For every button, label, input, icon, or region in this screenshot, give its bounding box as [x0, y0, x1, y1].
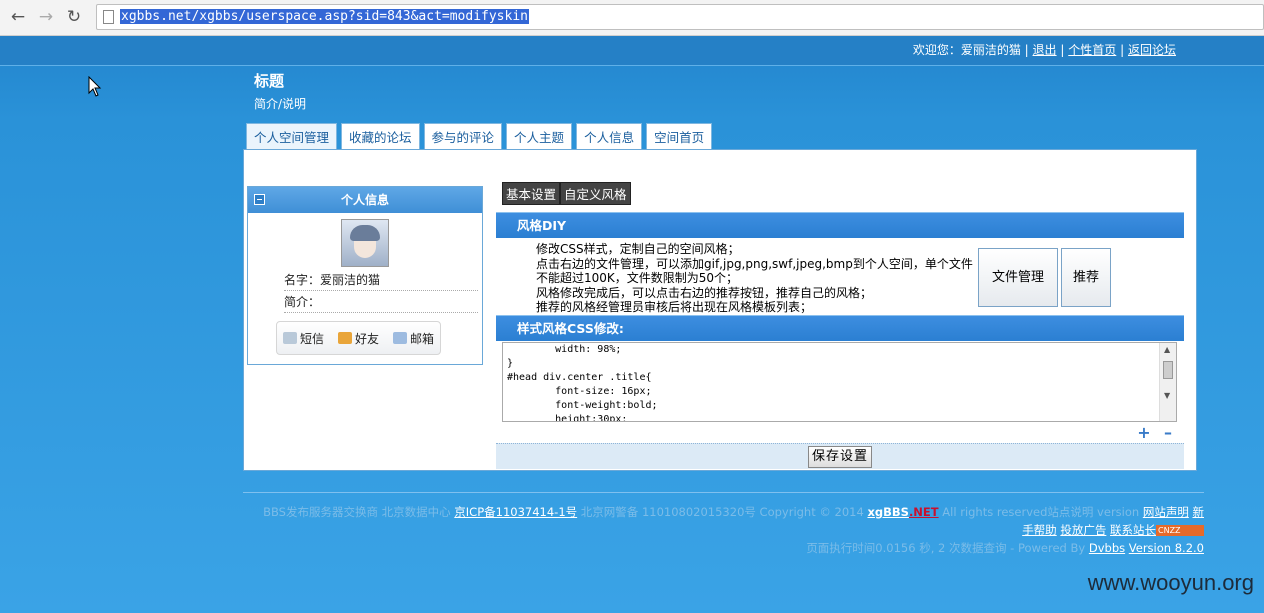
collapse-icon[interactable] — [254, 194, 265, 205]
tab-space-home[interactable]: 空间首页 — [646, 123, 713, 150]
welcome-bar: 欢迎您：爱丽洁的猫 | 退出 | 个性首页 | 返回论坛 — [913, 41, 1176, 58]
friends-label: 好友 — [355, 331, 380, 346]
version-link[interactable]: Version 8.2.0 — [1129, 541, 1204, 555]
brand-net-link[interactable]: .NET — [909, 505, 939, 519]
scroll-up-icon[interactable]: ▲ — [1164, 345, 1170, 354]
separator: | — [1120, 43, 1125, 57]
message-label: 短信 — [300, 331, 325, 346]
message-button[interactable]: 短信 — [283, 330, 324, 347]
back-forum-link[interactable]: 返回论坛 — [1128, 43, 1176, 57]
contact-link[interactable]: 联系站长 — [1110, 523, 1156, 537]
profile-header: 个人信息 — [248, 187, 482, 213]
mailbox-button[interactable]: 邮箱 — [393, 330, 434, 347]
footer-text: All rights reserved站点说明 version — [942, 505, 1140, 519]
forward-arrow-icon[interactable]: → — [36, 7, 56, 27]
mouse-cursor-icon — [88, 76, 102, 97]
scroll-thumb[interactable] — [1163, 361, 1173, 379]
browser-toolbar: ← → ↻ xgbbs.net/xgbbs/userspace.asp?sid=… — [0, 0, 1264, 36]
footer-line-1: BBS发布服务器交换商 北京数据中心 京ICP备11037414-1号 北京网警… — [263, 504, 1204, 520]
css-editor-textarea[interactable]: width: 98%; } #head div.center .title{ f… — [502, 342, 1177, 422]
tab-fav-forums[interactable]: 收藏的论坛 — [341, 123, 420, 150]
friends-button[interactable]: 好友 — [338, 330, 379, 347]
watermark-text: www.wooyun.org — [1087, 570, 1254, 595]
instruction-line: 推荐的风格经管理员审核后将出现在风格模板列表； — [536, 300, 813, 314]
footer-divider — [243, 492, 1204, 493]
avatar-hair — [350, 225, 380, 241]
footer-text: 北京网警备 11010802015320号 Copyright © 2014 — [580, 505, 864, 519]
instruction-line: 点击右边的文件管理，可以添加gif,jpg,png,swf,jpeg,bmp到个… — [536, 256, 973, 286]
profile-actions: 短信 好友 邮箱 — [276, 321, 442, 355]
footer-text: 页面执行时间0.0156 秒, 2 次数据查询 - Powered By — [806, 541, 1086, 555]
back-arrow-icon[interactable]: ← — [8, 7, 28, 27]
new-link[interactable]: 新 — [1193, 505, 1205, 519]
custom-style-button[interactable]: 自定义风格 — [560, 182, 631, 205]
url-text[interactable]: xgbbs.net/xgbbs/userspace.asp?sid=843&ac… — [120, 9, 529, 24]
page-icon — [103, 10, 114, 24]
personal-home-link[interactable]: 个性首页 — [1068, 43, 1116, 57]
profile-box: 个人信息 名字：爱丽洁的猫 简介： 短信 好友 邮箱 — [247, 186, 483, 365]
tab-space-manage[interactable]: 个人空间管理 — [246, 123, 338, 150]
instruction-line: 风格修改完成后，可以点击右边的推荐按钮，推荐自己的风格； — [536, 285, 873, 300]
space-tabs: 个人空间管理 收藏的论坛 参与的评论 个人主题 个人信息 空间首页 — [246, 123, 713, 150]
dvbbs-link[interactable]: Dvbbs — [1089, 541, 1125, 555]
profile-header-label: 个人信息 — [340, 193, 389, 207]
footer-line-2: 手帮助 投放广告 联系站长 CNZZ — [1022, 522, 1204, 538]
mail-icon — [393, 332, 408, 344]
message-icon — [283, 332, 297, 344]
shrink-minus-icon[interactable]: – — [1161, 425, 1175, 441]
address-bar[interactable]: xgbbs.net/xgbbs/userspace.asp?sid=843&ac… — [96, 4, 1264, 30]
instruction-line: 修改CSS样式，定制自己的空间风格； — [536, 242, 740, 256]
brand-link[interactable]: xgBBS — [867, 505, 908, 519]
icp-link[interactable]: 京ICP备11037414-1号 — [454, 505, 577, 519]
logout-link[interactable]: 退出 — [1033, 43, 1057, 57]
style-diy-instructions: 修改CSS样式，定制自己的空间风格； 点击右边的文件管理，可以添加gif,jpg… — [536, 242, 976, 315]
tab-comments[interactable]: 参与的评论 — [423, 123, 503, 150]
tab-my-topics[interactable]: 个人主题 — [506, 123, 573, 150]
footer-line-3: 页面执行时间0.0156 秒, 2 次数据查询 - Powered By Dvb… — [806, 540, 1204, 556]
css-edit-header: 样式风格CSS修改: — [496, 315, 1184, 341]
editor-scrollbar[interactable]: ▲ ▼ — [1159, 343, 1176, 421]
page-subtitle: 简介/说明 — [254, 97, 307, 111]
expand-plus-icon[interactable]: + — [1137, 425, 1151, 441]
separator: | — [1060, 43, 1065, 57]
reload-icon[interactable]: ↻ — [64, 7, 84, 27]
basic-settings-button[interactable]: 基本设置 — [502, 182, 561, 205]
welcome-text: 欢迎您：爱丽洁的猫 — [912, 43, 1021, 57]
scroll-down-icon[interactable]: ▼ — [1164, 391, 1170, 400]
file-manager-button[interactable]: 文件管理 — [978, 248, 1058, 307]
tab-personal-info[interactable]: 个人信息 — [576, 123, 643, 150]
disclaimer-link[interactable]: 网站声明 — [1143, 505, 1189, 519]
ads-link[interactable]: 投放广告 — [1060, 523, 1106, 537]
footer-text: BBS发布服务器交换商 北京数据中心 — [263, 505, 451, 519]
profile-intro: 简介： — [284, 293, 478, 313]
help-link[interactable]: 手帮助 — [1022, 523, 1057, 537]
page-title: 标题 — [254, 72, 285, 90]
separator: | — [1024, 43, 1029, 57]
style-diy-header: 风格DIY — [496, 212, 1184, 238]
friends-icon — [338, 332, 353, 344]
save-settings-button[interactable]: 保存设置 — [808, 446, 873, 468]
recommend-button[interactable]: 推荐 — [1061, 248, 1111, 307]
cnzz-badge[interactable]: CNZZ — [1156, 525, 1204, 536]
avatar — [341, 219, 389, 267]
mailbox-label: 邮箱 — [410, 331, 435, 346]
profile-name: 名字：爱丽洁的猫 — [284, 271, 478, 291]
